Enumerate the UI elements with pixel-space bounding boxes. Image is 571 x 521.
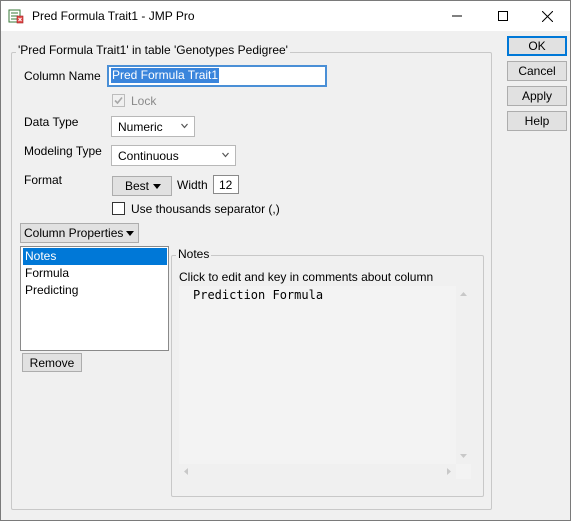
scroll-left-icon	[184, 468, 188, 475]
notes-panel-title: Notes	[176, 247, 212, 261]
column-name-label: Column Name	[24, 69, 101, 83]
notes-instruction: Click to edit and key in comments about …	[179, 270, 434, 284]
list-item-predicting[interactable]: Predicting	[23, 282, 167, 299]
apply-button[interactable]: Apply	[507, 86, 567, 106]
chevron-down-icon	[222, 152, 229, 158]
thousands-separator-label: Use thousands separator (,)	[131, 202, 280, 216]
column-properties-list: Notes Formula Predicting	[20, 246, 169, 351]
minimize-icon	[452, 15, 462, 17]
column-name-input[interactable]: Pred Formula Trait1	[107, 65, 327, 87]
width-label: Width	[177, 178, 208, 192]
modeling-type-select[interactable]: Continuous	[111, 145, 236, 166]
chevron-down-icon	[181, 123, 188, 129]
width-input[interactable]: 12	[213, 175, 239, 194]
remove-button[interactable]: Remove	[22, 353, 82, 372]
column-name-value: Pred Formula Trait1	[111, 68, 220, 83]
triangle-down-icon	[153, 184, 161, 189]
modeling-type-value: Continuous	[118, 149, 179, 163]
lock-label: Lock	[131, 94, 157, 108]
scroll-up-icon	[460, 292, 467, 296]
thousands-separator-checkbox[interactable]	[112, 202, 125, 215]
triangle-down-icon	[126, 231, 134, 236]
format-dropdown-button[interactable]: Best	[112, 176, 172, 196]
jmp-app-icon	[8, 9, 24, 24]
dialog-window: Pred Formula Trait1 - JMP Pro 'Pred Form…	[0, 0, 571, 521]
modeling-type-label: Modeling Type	[24, 144, 102, 158]
data-type-label: Data Type	[24, 115, 79, 129]
window-title: Pred Formula Trait1 - JMP Pro	[32, 9, 195, 23]
checkmark-icon	[114, 96, 123, 105]
maximize-icon	[498, 11, 508, 21]
notes-text: Prediction Formula	[193, 288, 324, 302]
data-type-value: Numeric	[118, 120, 163, 134]
scroll-right-icon	[447, 468, 451, 475]
minimize-button[interactable]	[434, 1, 480, 31]
notes-vertical-scrollbar[interactable]	[456, 286, 471, 464]
column-properties-label: Column Properties	[24, 226, 124, 240]
list-item-notes[interactable]: Notes	[23, 248, 167, 265]
ok-button[interactable]: OK	[507, 36, 567, 56]
cancel-button[interactable]: Cancel	[507, 61, 567, 81]
column-properties-button[interactable]: Column Properties	[20, 223, 139, 243]
scroll-down-icon	[460, 454, 467, 458]
width-value: 12	[219, 178, 233, 192]
format-label: Format	[24, 173, 63, 187]
group-title: 'Pred Formula Trait1' in table 'Genotype…	[16, 43, 290, 57]
maximize-button[interactable]	[480, 1, 526, 31]
help-button[interactable]: Help	[507, 111, 567, 131]
list-item-formula[interactable]: Formula	[23, 265, 167, 282]
notes-horizontal-scrollbar[interactable]	[179, 464, 456, 479]
notes-textarea[interactable]: Prediction Formula	[179, 286, 471, 479]
format-value: Best	[125, 179, 150, 193]
data-type-select[interactable]: Numeric	[111, 116, 195, 137]
lock-checkbox[interactable]	[112, 94, 125, 107]
title-bar: Pred Formula Trait1 - JMP Pro	[1, 1, 570, 31]
close-icon	[541, 10, 553, 22]
close-window-button[interactable]	[524, 1, 570, 31]
